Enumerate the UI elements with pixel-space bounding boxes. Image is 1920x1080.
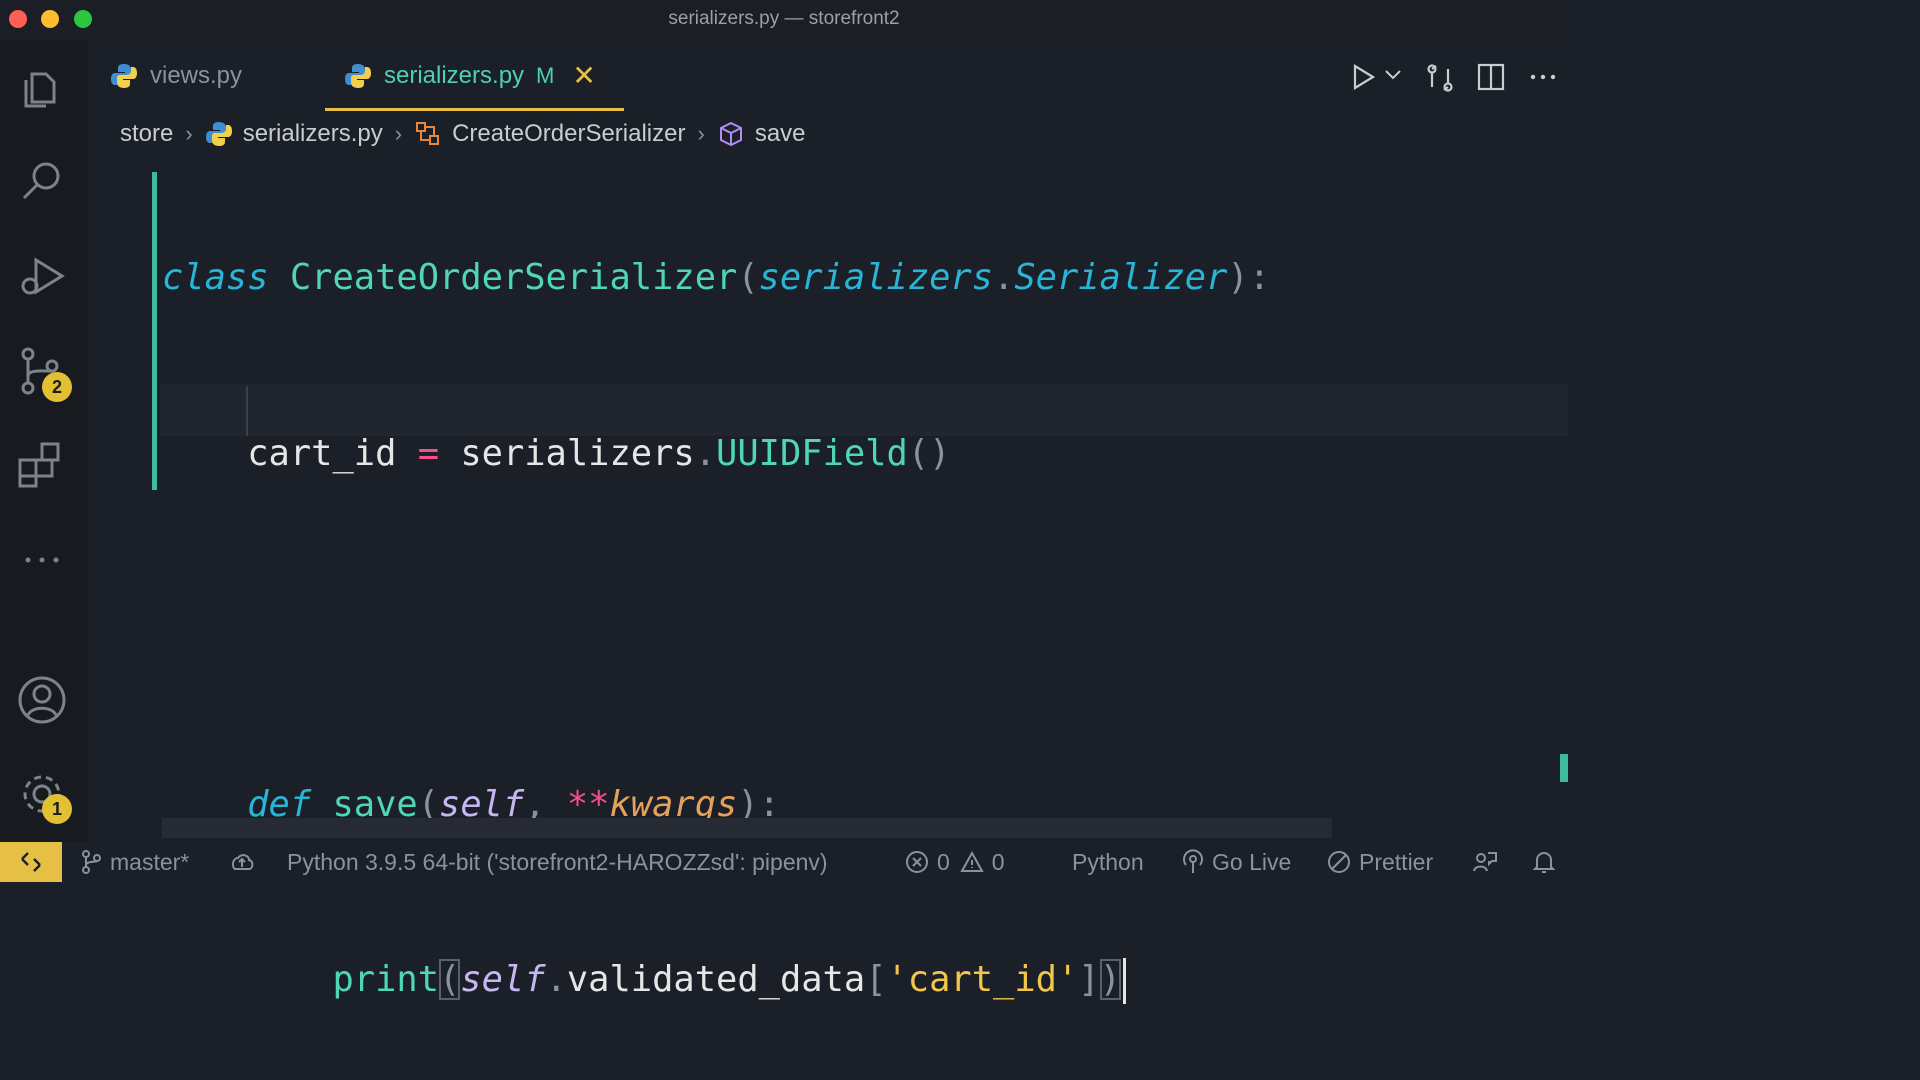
attribute: validated_data: [566, 959, 866, 1000]
search-icon[interactable]: [16, 156, 68, 208]
notifications-bell-icon[interactable]: [1532, 842, 1556, 882]
remote-indicator-button[interactable]: [0, 842, 62, 882]
git-modified-gutter: [152, 172, 157, 490]
breadcrumb-class[interactable]: CreateOrderSerializer: [452, 120, 685, 148]
chevron-right-icon: ›: [185, 121, 193, 146]
chevron-down-icon[interactable]: [1384, 68, 1402, 87]
tab-bar: views.py serializers.py M ✕: [88, 40, 1568, 112]
title-bar: serializers.py — storefront2: [0, 0, 1568, 40]
prettier-icon: [1328, 851, 1350, 873]
variable: cart_id: [247, 432, 397, 474]
run-debug-icon[interactable]: [16, 250, 68, 302]
extensions-icon[interactable]: [16, 438, 68, 490]
compare-changes-icon[interactable]: [1424, 62, 1456, 99]
keyword-class: class: [162, 257, 269, 298]
more-icon[interactable]: [16, 534, 68, 586]
breadcrumb: store › serializers.py › CreateOrderSeri…: [120, 112, 806, 156]
branch-name: master*: [110, 848, 190, 875]
dot: .: [545, 959, 567, 1000]
account-icon[interactable]: [16, 674, 68, 726]
base-class: Serializer: [1014, 257, 1228, 298]
error-count: 0: [937, 848, 950, 875]
string-literal: 'cart_id': [886, 959, 1079, 1000]
paren: ): [1227, 257, 1249, 298]
error-icon: [906, 851, 928, 873]
bracket: [: [865, 959, 887, 1000]
base-module: serializers: [758, 257, 994, 298]
method-cube-icon: [717, 120, 745, 148]
builtin-function: print: [332, 959, 440, 1000]
python-interpreter[interactable]: Python 3.9.5 64-bit ('storefront2-HAROZZ…: [287, 842, 828, 882]
paren: (: [439, 959, 461, 1000]
module-name: serializers: [460, 432, 695, 474]
self-ref: self: [460, 959, 546, 1000]
breadcrumb-method[interactable]: save: [755, 120, 806, 148]
class-name: CreateOrderSerializer: [289, 257, 738, 298]
colon: :: [1248, 257, 1271, 298]
close-tab-icon[interactable]: ✕: [572, 62, 595, 90]
vscode-window: serializers.py — storefront2 2 1 views.p…: [0, 0, 1568, 1004]
class-symbol-icon: [414, 120, 442, 148]
horizontal-scrollbar[interactable]: [162, 818, 1332, 838]
chevron-right-icon: ›: [394, 121, 403, 146]
go-live-label: Go Live: [1212, 848, 1292, 875]
window-title: serializers.py — storefront2: [668, 8, 900, 29]
branch-indicator[interactable]: master*: [80, 842, 189, 882]
tab-label: serializers.py: [384, 62, 525, 89]
breadcrumb-file[interactable]: serializers.py: [243, 120, 383, 148]
python-file-icon: [111, 64, 137, 88]
dot: .: [694, 432, 717, 474]
status-bar: master* Python 3.9.5 64-bit ('storefront…: [0, 842, 1568, 882]
modified-indicator: M: [536, 63, 555, 88]
paren: ): [1099, 959, 1121, 1000]
code-line: cart_id = serializers.UUIDField(): [162, 428, 1270, 481]
language-label: Python: [1072, 848, 1144, 875]
go-live-button[interactable]: Go Live: [1182, 842, 1291, 882]
breadcrumb-folder[interactable]: store: [120, 120, 173, 148]
prettier-label: Prettier: [1359, 848, 1434, 875]
bracket: ]: [1078, 959, 1100, 1000]
activity-bar: 2 1: [0, 40, 88, 842]
more-actions-icon[interactable]: [1528, 62, 1558, 97]
scm-badge: 2: [42, 372, 72, 402]
broadcast-icon: [1183, 849, 1203, 873]
settings-badge: 1: [42, 794, 72, 824]
chevron-right-icon: ›: [697, 121, 705, 146]
dot: .: [993, 257, 1015, 298]
problems-indicator[interactable]: 0 0: [905, 842, 1005, 882]
active-tab-indicator: [325, 108, 624, 111]
tab-serializers-py[interactable]: serializers.py M ✕: [344, 40, 596, 112]
function-call: UUIDField: [716, 432, 908, 474]
tab-views-py[interactable]: views.py: [110, 40, 242, 112]
python-file-icon: [205, 120, 233, 148]
git-branch-icon: [82, 850, 101, 874]
code-line: print(self.validated_data['cart_id']): [162, 954, 1270, 1007]
warning-icon: [960, 850, 984, 872]
paren: (): [907, 432, 951, 474]
code-line: class CreateOrderSerializer(serializers.…: [162, 252, 1270, 305]
feedback-icon[interactable]: [1472, 842, 1498, 882]
language-mode[interactable]: Python: [1072, 842, 1144, 882]
operator: =: [417, 432, 440, 474]
python-file-icon: [345, 64, 371, 88]
warning-count: 0: [991, 848, 1005, 875]
prettier-button[interactable]: Prettier: [1327, 842, 1433, 882]
tab-label: views.py: [150, 62, 243, 89]
run-file-icon[interactable]: [1348, 62, 1378, 97]
code-editor[interactable]: class CreateOrderSerializer(serializers.…: [88, 160, 1568, 1004]
code-content[interactable]: class CreateOrderSerializer(serializers.…: [162, 170, 1270, 1080]
explorer-icon[interactable]: [16, 62, 68, 114]
split-editor-icon[interactable]: [1476, 62, 1506, 97]
text-cursor: [1122, 958, 1126, 1004]
scrollbar-change-marker: [1560, 754, 1568, 782]
paren: (: [737, 257, 759, 298]
interpreter-label: Python 3.9.5 64-bit ('storefront2-HAROZZ…: [287, 848, 828, 875]
sync-icon[interactable]: [228, 842, 256, 882]
